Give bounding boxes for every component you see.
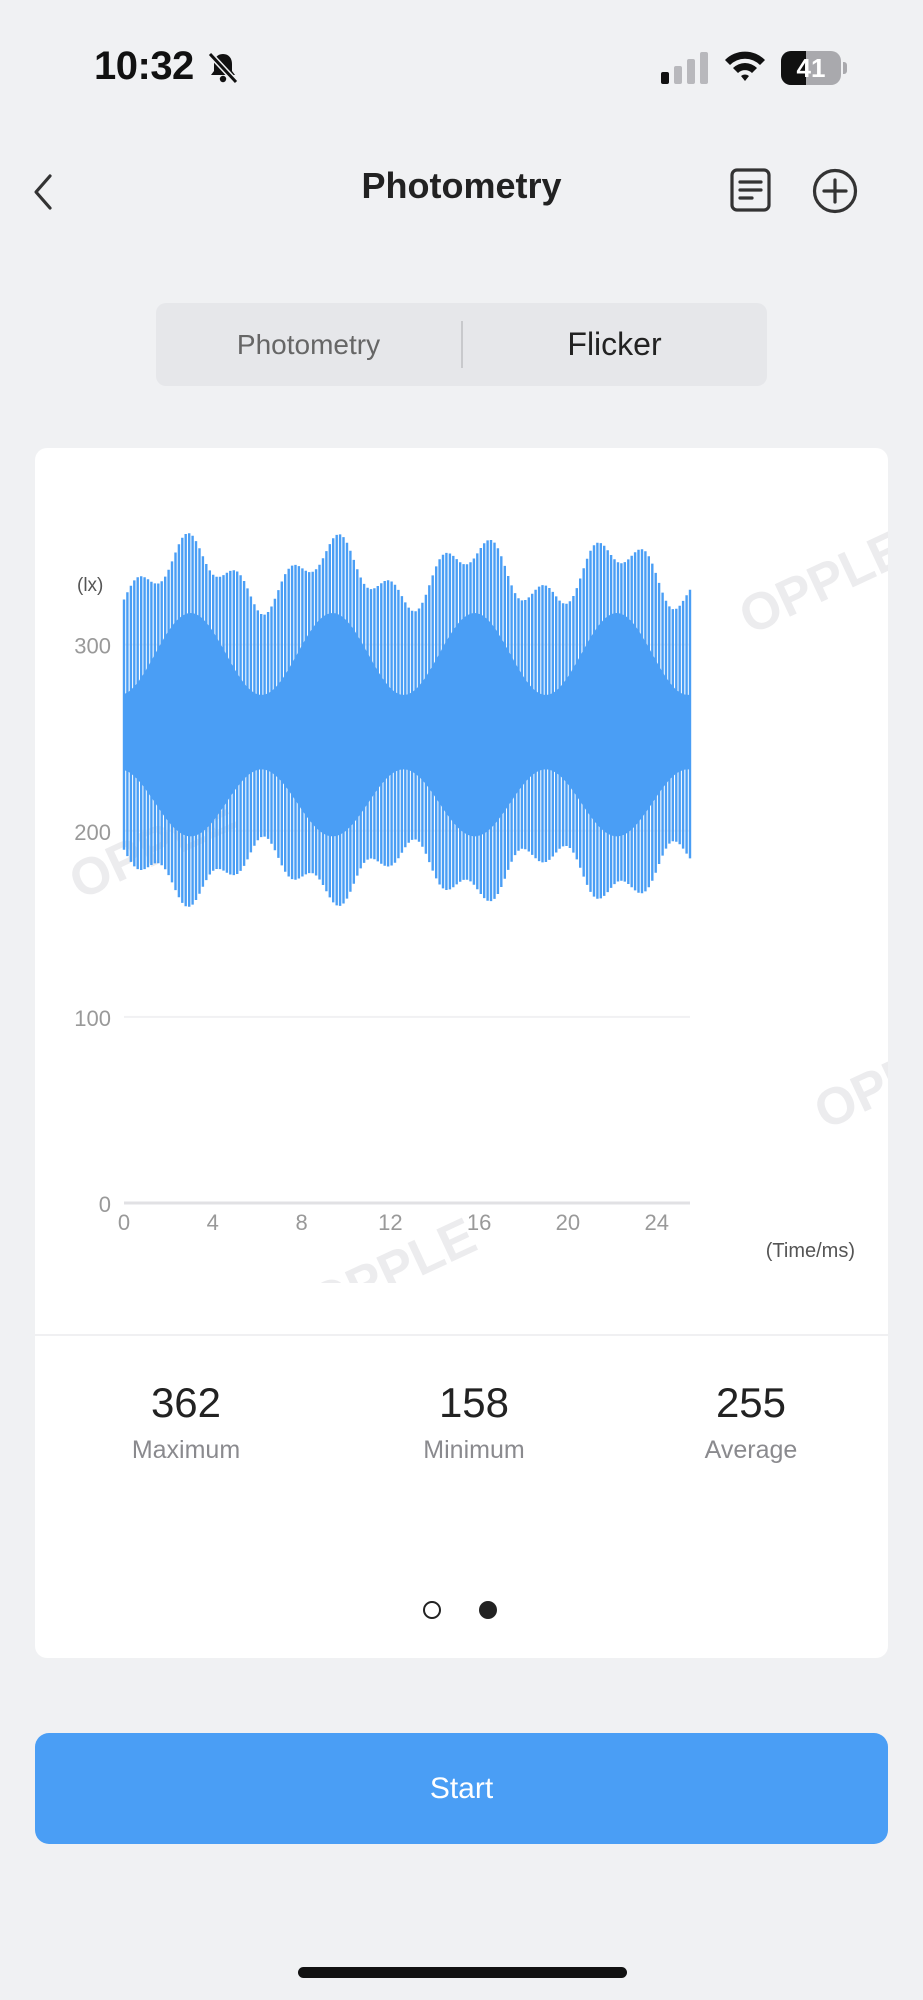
- add-circle-icon[interactable]: [811, 167, 859, 215]
- watermark: OPPLE: [806, 1014, 888, 1141]
- x-tick-label: 24: [644, 1210, 668, 1235]
- x-tick-label: 0: [118, 1210, 130, 1235]
- stat-maximum-label: Maximum: [131, 1436, 241, 1464]
- stat-minimum-label: Minimum: [423, 1436, 525, 1464]
- x-tick-label: 4: [207, 1210, 219, 1235]
- divider: [35, 1334, 888, 1336]
- wifi-icon: [725, 51, 765, 81]
- page-dot-1[interactable]: [423, 1601, 441, 1619]
- tab-flicker[interactable]: Flicker: [462, 303, 767, 386]
- stat-minimum: 158 Minimum: [374, 1378, 574, 1465]
- stat-average-value: 255: [715, 1379, 787, 1426]
- x-tick-label: 8: [295, 1210, 307, 1235]
- stat-average-label: Average: [704, 1436, 798, 1464]
- flicker-card: OPPLE OPPLE OPPLE OPPLE 0 100 200 300 (lx) 0 4 8 12 1…: [35, 448, 888, 1658]
- battery-level: 41: [796, 53, 826, 83]
- stat-minimum-value: 158: [438, 1379, 510, 1426]
- signal-icon: [661, 52, 708, 84]
- tab-bar: Photometry Flicker: [156, 303, 767, 386]
- stat-maximum-value: 362: [150, 1379, 222, 1426]
- y-tick-label: 0: [99, 1192, 111, 1217]
- status-time: 10:32: [94, 44, 194, 88]
- x-tick-label: 16: [467, 1210, 491, 1235]
- flicker-chart: OPPLEOPPLEOPPLEOPPLE0100200300(lx)0 4 8 12 1…: [61, 519, 888, 1283]
- page-title: Photometry: [361, 165, 562, 206]
- stat-average: 255 Average: [651, 1378, 851, 1465]
- y-tick-label: 100: [74, 1006, 111, 1031]
- x-axis-label: (Time/ms): [766, 1240, 855, 1262]
- y-axis-label: (lx): [77, 575, 103, 596]
- home-indicator: [298, 1967, 627, 1978]
- x-tick-label: 20: [556, 1210, 580, 1235]
- x-tick-label: 12: [378, 1210, 402, 1235]
- tab-photometry[interactable]: Photometry: [156, 303, 461, 386]
- battery-icon: 41: [781, 51, 847, 85]
- bell-slash-icon: [207, 51, 239, 85]
- watermark: OPPLE: [731, 519, 888, 646]
- start-button[interactable]: Start: [35, 1733, 888, 1844]
- stat-maximum: 362 Maximum: [86, 1378, 286, 1465]
- y-tick-label: 300: [74, 634, 111, 659]
- page-dot-2[interactable]: [479, 1601, 497, 1619]
- y-tick-label: 200: [74, 820, 111, 845]
- document-icon[interactable]: [728, 167, 774, 213]
